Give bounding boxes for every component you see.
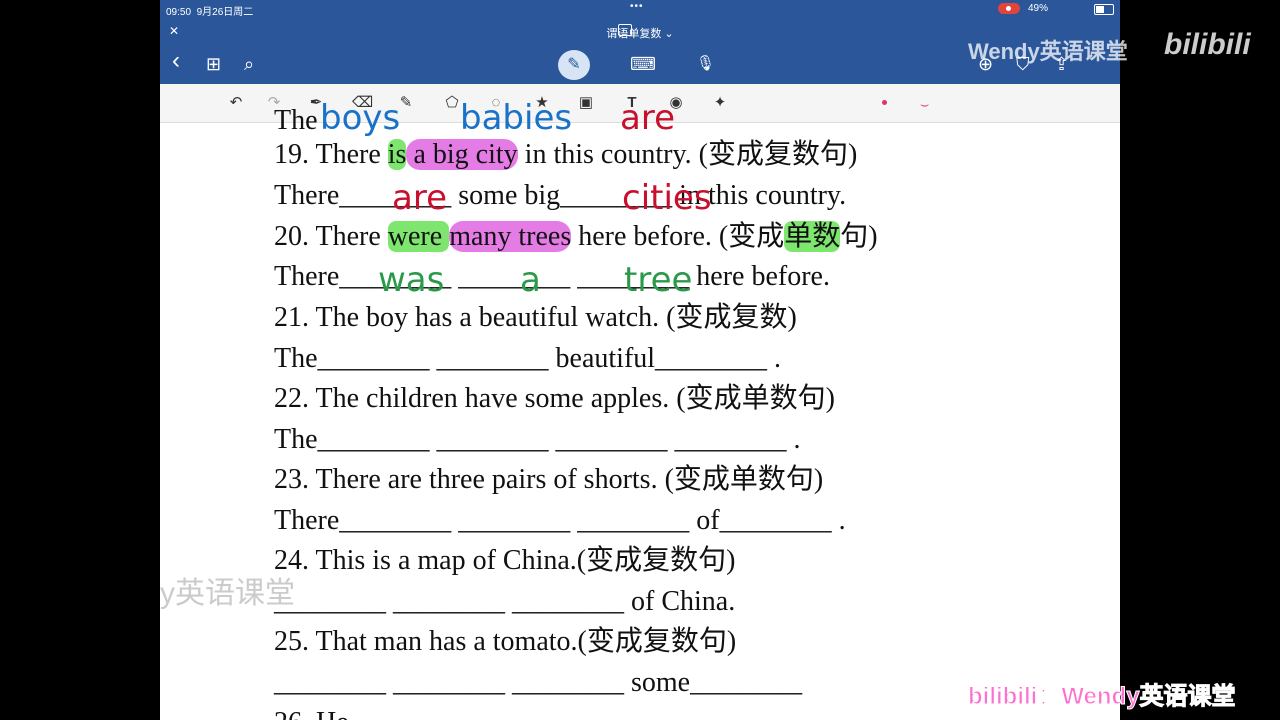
stroke-width-icon[interactable]: ⌣: [920, 96, 929, 113]
handwritten-answer: cities: [622, 178, 712, 218]
multitask-dots-icon[interactable]: •••: [630, 1, 644, 12]
shape-icon[interactable]: ⬠: [442, 93, 462, 113]
green-highlight: 单数: [784, 221, 841, 252]
answer-line-19: There________ some big________ in this c…: [274, 180, 847, 211]
handwritten-answer: are: [620, 98, 675, 138]
question-23: 23. There are three pairs of shorts. (变成…: [274, 464, 824, 495]
battery-percent: 49%: [1028, 3, 1049, 14]
answer-line-23: There________ ________ ________ of______…: [274, 505, 846, 536]
handwritten-answer: are: [392, 178, 447, 218]
question-22: 22. The children have some apples. (变成单数…: [274, 383, 835, 414]
screen-record-icon: [998, 3, 1020, 14]
microphone-icon[interactable]: 🎙: [696, 54, 715, 74]
partial-answer-line: The: [274, 105, 318, 136]
question-19: 19. There is a big city in this country.…: [274, 139, 858, 170]
green-highlight: were: [387, 221, 450, 252]
question-21: 21. The boy has a beautiful watch. (变成复数…: [274, 302, 797, 333]
pen-mode-icon[interactable]: ✎: [558, 50, 590, 80]
status-time: 09:50 9月26日周二: [166, 7, 254, 18]
handwritten-answer: boys: [320, 98, 401, 138]
question-25: 25. That man has a tomato.(变成复数句): [274, 626, 737, 657]
answer-line-24: ________ ________ ________ of China.: [274, 586, 736, 617]
battery-icon: [1094, 4, 1114, 15]
undo-icon[interactable]: ↶: [226, 93, 246, 113]
laser-pointer-icon[interactable]: ✦: [710, 93, 730, 113]
answer-line-22: The________ ________ ________ ________ .: [274, 424, 801, 455]
question-26: 26. He: [274, 707, 349, 720]
ipad-screen: 09:50 9月26日周二 ••• 49% ✕ 谓语单复数 ⌄ ‹ ⊞ ⌕ ✎ …: [160, 0, 1120, 720]
answer-line-20: There________ ________ ________ here bef…: [274, 261, 830, 292]
search-icon[interactable]: ⌕: [244, 54, 254, 74]
bilibili-logo: bilibili: [1164, 28, 1251, 61]
status-bar: 09:50 9月26日周二 ••• 49%: [160, 0, 1120, 18]
answer-line-25: ________ ________ ________ some________: [274, 667, 803, 698]
green-highlight: is: [387, 139, 407, 170]
handwritten-answer: tree: [624, 260, 693, 300]
keyboard-icon[interactable]: ⌨: [630, 54, 656, 74]
pen-color-icon[interactable]: [882, 100, 887, 105]
answer-line-21: The________ ________ beautiful________ .: [274, 343, 782, 374]
pink-highlight: a big city: [406, 139, 518, 170]
grid-icon[interactable]: ⊞: [206, 54, 221, 74]
question-24: 24. This is a map of China.(变成复数句): [274, 545, 736, 576]
pink-highlight: many trees: [449, 221, 572, 252]
bottom-watermark: bilibili：Wendy英语课堂: [968, 683, 1237, 711]
handwritten-answer: babies: [460, 98, 573, 138]
handwritten-answer: was: [378, 260, 445, 300]
channel-watermark: Wendy英语课堂: [968, 39, 1128, 64]
question-20: 20. There were many trees here before. (…: [274, 221, 878, 252]
faint-watermark: y英语课堂: [160, 577, 295, 610]
worksheet-page[interactable]: The boys babies are 19. There is a big c…: [160, 101, 1120, 720]
sidebar-toggle-icon[interactable]: [618, 24, 632, 36]
handwritten-answer: a: [520, 260, 541, 300]
back-icon[interactable]: ‹: [172, 49, 180, 73]
image-icon[interactable]: ▣: [576, 93, 596, 113]
